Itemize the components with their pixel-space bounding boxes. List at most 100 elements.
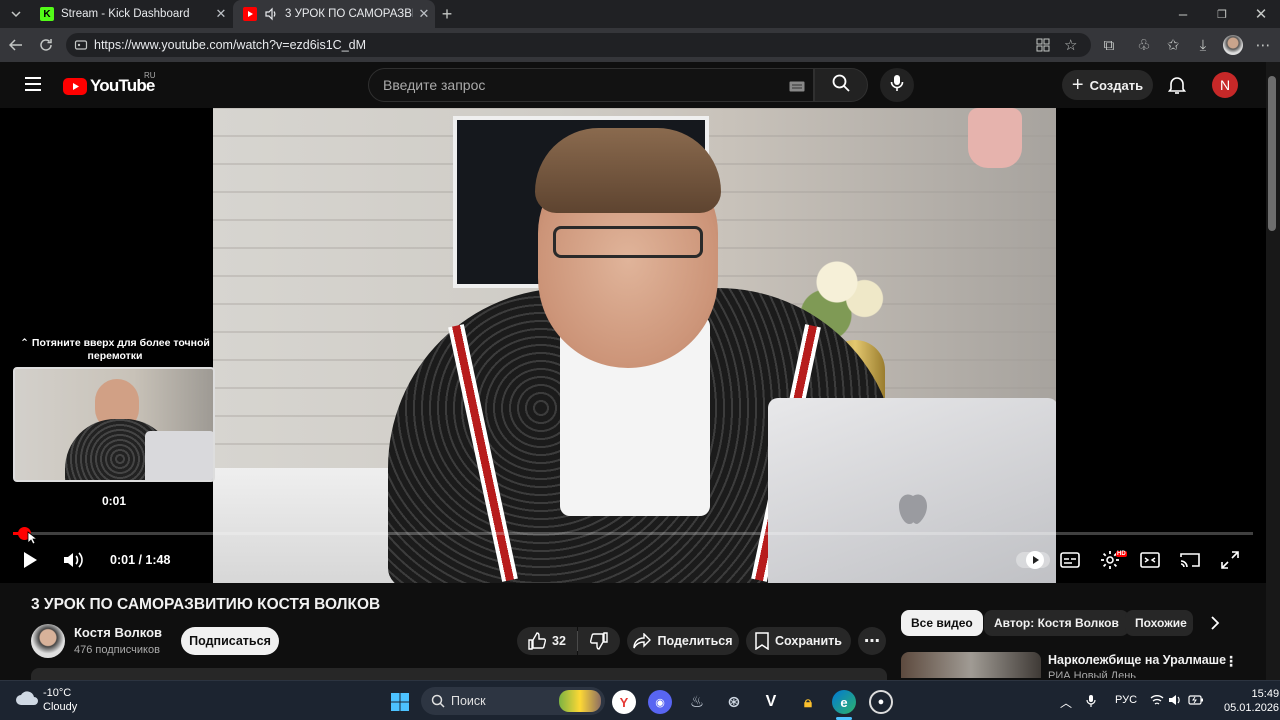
close-tab-icon[interactable]: ✕ — [413, 6, 435, 22]
autoplay-play-icon — [1033, 556, 1039, 564]
new-tab-plus-icon[interactable]: + — [436, 3, 458, 25]
tab-youtube-video[interactable]: 3 УРОК ПО САМОРАЗВИТИ ✕ — [233, 0, 435, 28]
browser-essentials-icon[interactable]: ♧ — [1133, 34, 1155, 56]
create-label: Создать — [1089, 77, 1144, 93]
browser-toolbar: https://www.youtube.com/watch?v=ezd6is1C… — [0, 28, 1280, 62]
more-horizontal-icon: ⋯ — [864, 633, 880, 650]
close-window-icon[interactable]: ✕ — [1250, 3, 1272, 25]
back-arrow-icon[interactable] — [5, 34, 27, 56]
channel-avatar[interactable] — [31, 624, 65, 658]
favorites-icon[interactable]: ✩ — [1162, 34, 1184, 56]
volume-tray-icon[interactable] — [1168, 694, 1182, 709]
dislike-button[interactable] — [578, 627, 620, 655]
battery-icon[interactable] — [1188, 694, 1204, 709]
apple-logo-icon — [899, 494, 927, 524]
description-box[interactable] — [31, 668, 887, 680]
hamburger-menu-icon[interactable] — [24, 76, 42, 97]
more-menu-icon[interactable]: ⋯ — [1252, 34, 1274, 56]
clock-date: 05.01.2026 — [1224, 702, 1280, 714]
account-avatar[interactable]: N — [1212, 72, 1238, 98]
discord-icon[interactable]: ◉ — [648, 690, 672, 714]
laptop — [768, 398, 1056, 583]
weather-widget[interactable]: -10°C Cloudy — [43, 686, 77, 714]
mouse-cursor-icon — [27, 531, 37, 545]
steam-icon[interactable]: ♨ — [685, 690, 709, 714]
youtube-logo[interactable]: YouTube RU — [63, 71, 156, 96]
input-language[interactable]: РУС — [1115, 694, 1137, 706]
close-tab-icon[interactable]: ✕ — [210, 6, 232, 22]
chip-by-author[interactable]: Автор: Костя Волков — [984, 610, 1129, 636]
theater-mode-button[interactable] — [1132, 546, 1168, 574]
hd-badge-icon: HD — [1116, 551, 1127, 557]
mute-button[interactable] — [56, 546, 92, 574]
recommended-more-vertical-icon[interactable]: ⋮ — [1224, 653, 1238, 670]
voice-search-button[interactable] — [880, 68, 914, 102]
create-button[interactable]: + Создать — [1062, 70, 1153, 100]
video-player[interactable]: ⌃ Потяните вверх для более точной перемо… — [0, 108, 1266, 583]
wifi-icon[interactable] — [1150, 694, 1164, 709]
tab-list-chevron-icon[interactable] — [5, 3, 27, 25]
recommended-video-thumbnail[interactable] — [901, 652, 1041, 678]
obs-icon[interactable]: ● — [869, 690, 893, 714]
speaker-icon[interactable] — [264, 7, 278, 21]
autoplay-toggle-knob[interactable] — [1026, 551, 1044, 569]
search-icon — [431, 694, 445, 711]
lock-app-icon[interactable]: 🔒︎ — [796, 690, 820, 714]
page-scrollbar-thumb[interactable] — [1268, 76, 1276, 231]
more-actions-button[interactable]: ⋯ — [858, 627, 886, 655]
share-button[interactable]: Поделиться — [627, 627, 739, 655]
channel-name[interactable]: Костя Волков — [74, 625, 162, 640]
youtube-header: YouTube RU Введите запрос + Создать N — [0, 62, 1266, 108]
restore-window-icon[interactable]: ❐ — [1211, 3, 1233, 25]
profile-avatar-icon[interactable] — [1222, 34, 1244, 56]
cast-button[interactable] — [1172, 546, 1208, 574]
video-title: 3 УРОК ПО САМОРАЗВИТИЮ КОСТЯ ВОЛКОВ — [31, 596, 381, 613]
keyboard-icon[interactable] — [789, 79, 805, 95]
weather-temp: -10°C — [43, 687, 72, 699]
favorite-star-icon[interactable]: ☆ — [1064, 36, 1077, 54]
notifications-bell-icon[interactable] — [1167, 75, 1187, 100]
tab-title: 3 УРОК ПО САМОРАЗВИТИ — [285, 8, 413, 20]
chip-related[interactable]: Похожие — [1125, 610, 1193, 636]
like-button[interactable]: 32 — [517, 627, 577, 655]
address-bar[interactable]: https://www.youtube.com/watch?v=ezd6is1C… — [66, 33, 1091, 57]
recommended-video-title[interactable]: Нарколежбище на Уралмаше — [1048, 653, 1226, 667]
progress-bar[interactable] — [13, 532, 1253, 535]
search-button[interactable] — [814, 68, 868, 102]
video-frame[interactable] — [213, 108, 1056, 583]
play-button[interactable] — [12, 546, 48, 574]
downloads-icon[interactable]: ⤓ — [1192, 34, 1214, 56]
minimize-window-icon[interactable]: – — [1172, 3, 1194, 25]
v-app-icon[interactable]: V — [759, 690, 783, 714]
chips-next-chevron-icon[interactable] — [1208, 615, 1222, 636]
chevrons-up-icon: ⌃ — [20, 337, 29, 349]
yandex-browser-icon[interactable]: Y — [612, 690, 636, 714]
globe-app-icon[interactable]: ⊛ — [722, 690, 746, 714]
apps-grid-icon[interactable] — [1036, 38, 1050, 55]
search-input[interactable]: Введите запрос — [368, 68, 814, 102]
share-arrow-icon — [633, 633, 652, 649]
site-info-icon[interactable] — [74, 38, 88, 55]
taskbar-search[interactable]: Поиск — [421, 687, 605, 715]
reload-icon[interactable] — [35, 34, 57, 56]
chip-all-videos[interactable]: Все видео — [901, 610, 983, 636]
save-button[interactable]: Сохранить — [746, 627, 851, 655]
tray-overflow-chevron-icon[interactable]: ︿ — [1060, 694, 1072, 711]
extensions-puzzle-icon[interactable]: ⧉ — [1098, 34, 1120, 56]
tray-microphone-icon[interactable] — [1086, 694, 1096, 711]
cast-icon — [1180, 553, 1200, 568]
cloud-weather-icon[interactable] — [15, 689, 39, 712]
windows-start-icon[interactable] — [388, 690, 412, 714]
youtube-play-logo-icon — [63, 77, 87, 95]
fullscreen-button[interactable] — [1212, 546, 1248, 574]
recommended-video-channel[interactable]: РИА Новый День — [1048, 670, 1136, 678]
play-icon — [24, 552, 37, 568]
taskbar-clock[interactable]: 15:49 05.01.2026 — [1224, 687, 1279, 715]
scrub-hint: ⌃ Потяните вверх для более точной перемо… — [20, 337, 210, 363]
scrub-hint-text: Потяните вверх для более точной перемотк… — [31, 337, 210, 362]
subtitles-icon — [1060, 552, 1080, 568]
edge-browser-icon[interactable]: e — [832, 690, 856, 714]
subscribe-button[interactable]: Подписаться — [181, 627, 279, 655]
tab-kick-dashboard[interactable]: K Stream - Kick Dashboard ✕ — [30, 0, 232, 28]
subtitles-button[interactable] — [1052, 546, 1088, 574]
